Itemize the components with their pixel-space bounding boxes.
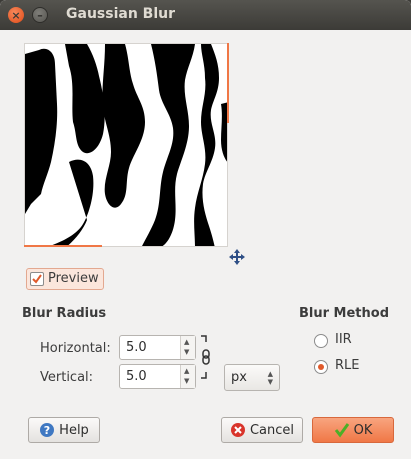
gaussian-blur-dialog: × – Gaussian Blur Preview Blur Radius Ho… [0,0,411,459]
preview-label: Preview [48,271,99,286]
navigate-move-icon[interactable] [228,248,246,266]
horizontal-radius-value[interactable]: 5.0 [126,340,147,355]
radio-selected-dot [318,364,324,370]
preview-toggle[interactable]: Preview [26,268,104,290]
blur-method-heading: Blur Method [299,306,390,321]
spin-down-icon[interactable]: ▼ [184,349,189,356]
vertical-radius-value[interactable]: 5.0 [126,369,147,384]
horizontal-label: Horizontal: [40,341,111,356]
preview-checkbox[interactable] [30,272,44,286]
ok-check-icon [334,422,350,438]
dropdown-arrows-icon: ▲ ▼ [268,370,273,386]
spin-up-icon[interactable]: ▲ [184,339,189,346]
chain-link-icon[interactable] [199,334,213,380]
spin-up-icon[interactable]: ▲ [184,368,189,375]
iir-radio[interactable] [314,334,328,348]
spin-down-icon[interactable]: ▼ [184,378,189,385]
help-icon: ? [39,422,55,438]
preview-scroll-indicator-horizontal [24,245,102,247]
iir-label[interactable]: IIR [335,332,352,347]
window-title: Gaussian Blur [66,6,175,22]
svg-text:?: ? [44,424,50,437]
checkmark-icon [32,274,42,284]
dropdown-up-icon: ▲ [267,370,273,378]
help-button[interactable]: ? Help [28,417,100,443]
cancel-button-label: Cancel [249,422,295,438]
dropdown-down-icon: ▼ [267,378,273,386]
close-icon: × [11,8,21,22]
vertical-radius-spinbox[interactable]: 5.0 ▲ ▼ [119,364,196,389]
rle-radio[interactable] [314,360,328,374]
ok-button-label: OK [353,422,373,438]
blur-radius-heading: Blur Radius [22,306,107,321]
vertical-label: Vertical: [40,370,94,385]
cancel-button[interactable]: Cancel [221,417,303,443]
unit-value: px [231,370,247,385]
minimize-window-button[interactable]: – [32,7,48,23]
preview-scroll-indicator-vertical [227,43,229,123]
horizontal-radius-spinbox[interactable]: 5.0 ▲ ▼ [119,335,196,360]
horizontal-spin-buttons: ▲ ▼ [180,336,195,359]
minimize-icon: – [37,8,43,22]
title-bar[interactable]: × – Gaussian Blur [0,0,411,30]
ok-button[interactable]: OK [312,417,394,443]
preview-canvas[interactable] [24,43,228,247]
cancel-icon [230,422,246,438]
preview-image [25,44,227,246]
vertical-spin-buttons: ▲ ▼ [180,365,195,388]
help-button-label: Help [59,422,89,438]
close-window-button[interactable]: × [8,7,24,23]
rle-label[interactable]: RLE [335,358,360,373]
unit-dropdown[interactable]: px ▲ ▼ [224,364,280,391]
